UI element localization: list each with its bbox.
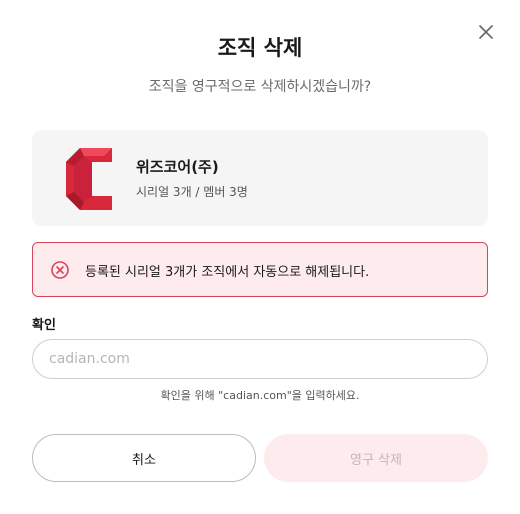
cancel-button[interactable]: 취소 — [32, 434, 256, 482]
permanent-delete-button[interactable]: 영구 삭제 — [264, 434, 488, 482]
alert-text: 등록된 시리얼 3개가 조직에서 자동으로 해제됩니다. — [85, 265, 370, 280]
delete-organization-dialog: 조직 삭제 조직을 영구적으로 삭제하시겠습니까? 위즈코어(주) 시리얼 3개… — [0, 0, 520, 514]
organization-card: 위즈코어(주) 시리얼 3개 / 멤버 3명 — [32, 130, 488, 226]
warning-alert: 등록된 시리얼 3개가 조직에서 자동으로 해제됩니다. — [32, 242, 488, 297]
organization-name: 위즈코어(주) — [136, 158, 219, 176]
error-circle-icon — [51, 261, 69, 279]
confirm-hint: 확인을 위해 "cadian.com"을 입력하세요. — [160, 389, 360, 402]
confirm-label: 확인 — [32, 318, 56, 333]
confirm-domain-input[interactable] — [32, 339, 488, 379]
organization-logo-icon — [66, 148, 112, 210]
organization-meta: 시리얼 3개 / 멤버 3명 — [136, 185, 248, 199]
dialog-subtitle: 조직을 영구적으로 삭제하시겠습니까? — [148, 79, 372, 95]
dialog-title: 조직 삭제 — [217, 36, 303, 60]
